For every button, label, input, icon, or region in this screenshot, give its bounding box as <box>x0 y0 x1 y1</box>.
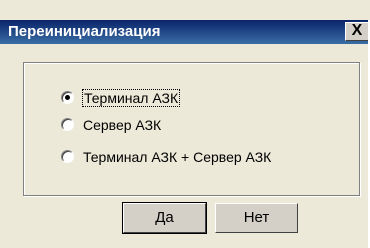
window-title: Переинициализация <box>8 23 161 40</box>
close-icon: X <box>351 22 363 39</box>
radio-terminal-and-server[interactable] <box>61 150 74 163</box>
option-server-label: Сервер АЗК <box>83 117 162 133</box>
option-terminal-label: Терминал АЗК <box>81 89 181 107</box>
option-terminal-and-server-label: Терминал АЗК + Сервер АЗК <box>83 149 272 165</box>
close-button[interactable]: X <box>345 22 369 41</box>
no-button[interactable]: Нет <box>215 203 298 233</box>
radio-terminal[interactable] <box>61 91 74 104</box>
radio-selected-dot <box>65 95 70 100</box>
radio-server[interactable] <box>61 118 74 131</box>
reinit-dialog: Переинициализация X Терминал АЗК Сервер … <box>0 0 370 248</box>
options-group <box>23 62 360 196</box>
yes-button[interactable]: Да <box>122 202 207 234</box>
title-bar: Переинициализация X <box>0 20 370 44</box>
